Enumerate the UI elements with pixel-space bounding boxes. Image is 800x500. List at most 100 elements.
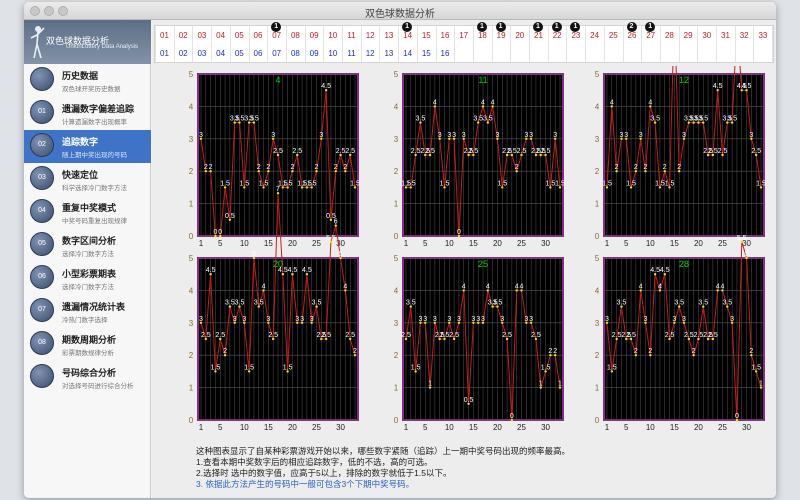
data-label: 3 <box>457 316 461 323</box>
sidebar-item-3[interactable]: 02 追踪数字 随上期中奖出现的号码 <box>24 130 151 163</box>
red-number-05[interactable]: 05 <box>230 28 248 44</box>
data-label: 1.5 <box>546 180 556 187</box>
data-label: 2 <box>648 348 652 355</box>
red-number-02[interactable]: 02 <box>174 28 192 44</box>
data-label: 2.5 <box>708 148 718 155</box>
blue-number-07[interactable]: 07 <box>268 46 286 62</box>
y-tick-label: 5 <box>595 254 600 263</box>
sidebar-item-title: 追踪数字 <box>62 137 99 147</box>
blue-number-02[interactable]: 02 <box>174 46 192 62</box>
blue-number-10[interactable]: 10 <box>324 46 342 62</box>
data-label: 3 <box>319 132 323 139</box>
chart-title: 28 <box>679 259 689 269</box>
blue-number-06[interactable]: 06 <box>249 46 267 62</box>
sidebar-item-5[interactable]: 04 重复中奖模式 中奖号码重复出现规律 <box>24 196 151 229</box>
x-tick-label: 10 <box>646 423 655 432</box>
red-number-01[interactable]: 01 <box>156 28 174 44</box>
data-label: 3.5 <box>235 116 245 123</box>
red-number-16[interactable]: 16 <box>436 28 454 44</box>
y-tick-label: 3 <box>394 319 399 328</box>
data-label: 2 <box>315 164 319 171</box>
data-label: 4.5 <box>742 83 752 90</box>
x-tick-label: 1 <box>605 239 610 248</box>
blue-number-09[interactable]: 09 <box>305 46 323 62</box>
blue-number-16[interactable]: 16 <box>436 46 454 62</box>
number-divider <box>772 26 774 62</box>
red-number-17[interactable]: 17 <box>455 28 473 44</box>
data-label: 2.5 <box>469 148 479 155</box>
sidebar-item-10[interactable]: 号码综合分析 对选择号码进行综合分析 <box>24 361 151 394</box>
sidebar-item-title: 数字区间分析 <box>62 236 117 246</box>
sidebar-item-7[interactable]: 06 小型彩票期表 选择冷门数字方法 <box>24 262 151 295</box>
red-number-09[interactable]: 09 <box>305 28 323 44</box>
data-label: 2 <box>749 348 753 355</box>
data-label: 1.5 <box>406 180 416 187</box>
blue-number-14[interactable]: 14 <box>399 46 417 62</box>
sidebar-item-4[interactable]: 03 快速定位 科学选择冷门数字方法 <box>24 163 151 196</box>
sidebar-item-8[interactable]: 07 遗漏情况统计表 冷热门数字选择 <box>24 295 151 328</box>
data-label: 1.5 <box>497 180 507 187</box>
data-label: 4 <box>262 283 266 290</box>
red-number-03[interactable]: 03 <box>193 28 211 44</box>
red-number-13[interactable]: 13 <box>380 28 398 44</box>
sidebar-item-title: 遗漏数字偏差追踪 <box>62 104 135 114</box>
y-tick-label: 4 <box>394 102 399 111</box>
red-number-10[interactable]: 10 <box>324 28 342 44</box>
data-label: 1.5 <box>350 180 360 187</box>
data-label: 2.5 <box>684 332 694 339</box>
red-number-15[interactable]: 15 <box>417 28 435 44</box>
sidebar-item-6[interactable]: 05 数字区间分析 选择冷门数字方法 <box>24 229 151 262</box>
data-label: 1.5 <box>211 364 221 371</box>
sidebar-item-1[interactable]: 历史数据 双色球开奖历史数据 <box>24 64 151 97</box>
red-number-24[interactable]: 24 <box>586 28 604 44</box>
y-tick-label: 5 <box>189 70 194 79</box>
x-tick-label: 20 <box>493 423 502 432</box>
sidebar-item-9[interactable]: 08 期数周期分析 彩票期数规律分析 <box>24 328 151 361</box>
data-label: 2.5 <box>292 148 302 155</box>
blue-number-01[interactable]: 01 <box>156 46 174 62</box>
data-label: 0.5 <box>225 213 235 220</box>
data-label: 3 <box>199 316 203 323</box>
data-label: 3 <box>242 316 246 323</box>
red-number-31[interactable]: 31 <box>717 28 735 44</box>
blue-number-05[interactable]: 05 <box>230 46 248 62</box>
number-strip: 01 02 03 04 05 06 07 08 09 10 11 12 13 14 15 16 17 18 19 20… <box>154 22 774 63</box>
y-tick-label: 0 <box>595 232 600 241</box>
title-bar: 双色球数据分析 <box>24 2 776 20</box>
blue-number-15[interactable]: 15 <box>417 46 435 62</box>
red-number-06[interactable]: 06 <box>249 28 267 44</box>
red-number-30[interactable]: 30 <box>698 28 716 44</box>
red-number-32[interactable]: 32 <box>735 28 753 44</box>
blue-number-08[interactable]: 08 <box>286 46 304 62</box>
data-label: 4 <box>481 99 485 106</box>
red-number-11[interactable]: 11 <box>343 28 361 44</box>
red-number-12[interactable]: 12 <box>361 28 379 44</box>
red-number-20[interactable]: 20 <box>511 28 529 44</box>
red-number-25[interactable]: 25 <box>604 28 622 44</box>
data-label: 5 <box>252 251 256 258</box>
blue-number-13[interactable]: 13 <box>380 46 398 62</box>
sidebar-item-2[interactable]: 01 遗漏数字偏差追踪 计算遗漏数字出现概率 <box>24 97 151 130</box>
blue-number-12[interactable]: 12 <box>361 46 379 62</box>
data-label: 1.5 <box>411 364 421 371</box>
data-label: 3.5 <box>650 116 660 123</box>
red-number-04[interactable]: 04 <box>212 28 230 44</box>
data-label: 1 <box>428 381 432 388</box>
x-tick-label: 1 <box>605 423 610 432</box>
red-number-08[interactable]: 08 <box>286 28 304 44</box>
data-label: 3.5 <box>493 300 503 307</box>
red-number-28[interactable]: 28 <box>660 28 678 44</box>
y-tick-label: 3 <box>189 135 194 144</box>
data-label: 1.5 <box>259 180 269 187</box>
x-tick-label: 20 <box>493 239 502 248</box>
data-label: 2 <box>634 164 638 171</box>
data-label: 3 <box>682 132 686 139</box>
data-label: 3.5 <box>225 300 235 307</box>
red-number-33[interactable]: 33 <box>754 28 772 44</box>
red-number-29[interactable]: 29 <box>679 28 697 44</box>
sidebar-item-title: 历史数据 <box>62 71 99 81</box>
blue-number-03[interactable]: 03 <box>193 46 211 62</box>
blue-number-04[interactable]: 04 <box>212 46 230 62</box>
marker-badge: 1 <box>533 22 543 32</box>
blue-number-11[interactable]: 11 <box>343 46 361 62</box>
